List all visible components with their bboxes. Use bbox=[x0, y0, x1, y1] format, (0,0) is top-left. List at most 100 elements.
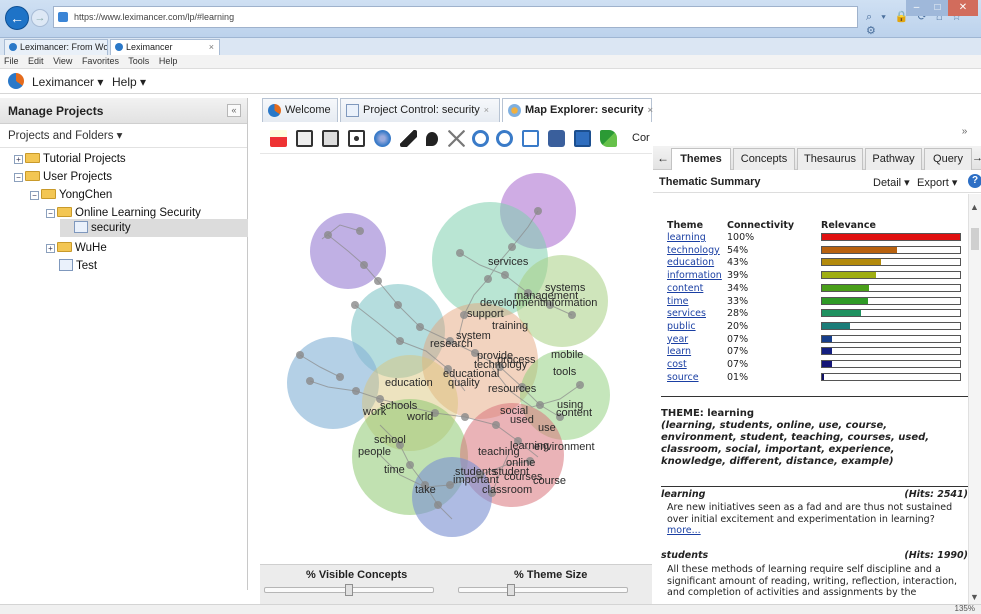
tab-themes[interactable]: Themes bbox=[671, 148, 731, 170]
tab-close-icon[interactable]: × bbox=[484, 105, 489, 115]
close-icon[interactable]: ✕ bbox=[948, 0, 978, 16]
concept-label[interactable]: research bbox=[430, 339, 473, 350]
tree-item-security[interactable]: security bbox=[60, 219, 248, 237]
expand-icon[interactable]: + bbox=[46, 244, 55, 253]
collapse-right-panel-icon[interactable]: » bbox=[952, 124, 977, 140]
fit-view-icon[interactable] bbox=[296, 130, 313, 147]
concept-label[interactable]: information bbox=[543, 298, 597, 309]
tab-thesaurus[interactable]: Thesaurus bbox=[797, 148, 863, 170]
theme-name-link[interactable]: year bbox=[667, 334, 688, 345]
zoom-out-icon[interactable] bbox=[496, 130, 513, 147]
concept-label[interactable]: use bbox=[538, 423, 556, 434]
concept-label[interactable]: training bbox=[492, 321, 528, 332]
browser-tab-1[interactable]: Leximancer: From Wor... bbox=[4, 39, 108, 55]
back-arrow-icon[interactable]: ← bbox=[5, 6, 29, 30]
tree-item-tutorial-projects[interactable]: + Tutorial Projects bbox=[14, 150, 126, 168]
tree-item-test[interactable]: Test bbox=[59, 257, 97, 275]
theme-name-link[interactable]: information bbox=[667, 270, 722, 281]
theme-name-link[interactable]: content bbox=[667, 283, 703, 294]
menu-favorites[interactable]: Favorites bbox=[82, 56, 119, 66]
leximancer-menu[interactable]: Leximancer ▾ bbox=[32, 75, 103, 89]
scrollbar-thumb[interactable] bbox=[971, 228, 979, 250]
tabs-scroll-right-icon[interactable]: → bbox=[972, 148, 981, 170]
slider-thumb[interactable] bbox=[507, 584, 515, 596]
go-arrow-icon[interactable] bbox=[600, 130, 617, 147]
concept-label[interactable]: used bbox=[510, 415, 534, 426]
slider-thumb[interactable] bbox=[345, 584, 353, 596]
tabs-scroll-left-icon[interactable]: ← bbox=[656, 148, 670, 170]
menu-edit[interactable]: Edit bbox=[28, 56, 44, 66]
theme-size-slider[interactable] bbox=[458, 584, 628, 596]
concept-label[interactable]: people bbox=[358, 447, 391, 458]
tools-icon[interactable] bbox=[448, 130, 465, 147]
graduation-cap-icon[interactable] bbox=[400, 130, 417, 147]
theme-name-link[interactable]: source bbox=[667, 372, 699, 383]
help-menu[interactable]: Help ▾ bbox=[112, 75, 146, 89]
tree-item-wuhe[interactable]: + WuHe bbox=[46, 239, 107, 257]
pin-icon[interactable] bbox=[426, 132, 438, 146]
zoom-in-icon[interactable] bbox=[472, 130, 489, 147]
concept-label[interactable]: tools bbox=[553, 367, 576, 378]
chart-icon[interactable] bbox=[522, 130, 539, 147]
theme-name-link[interactable]: education bbox=[667, 257, 714, 268]
concept-label[interactable]: world bbox=[407, 412, 433, 423]
tab-pathway[interactable]: Pathway bbox=[865, 148, 922, 170]
collapse-icon[interactable]: − bbox=[46, 209, 55, 218]
scroll-down-icon[interactable]: ▼ bbox=[970, 592, 979, 602]
save-icon[interactable] bbox=[574, 130, 591, 147]
concept-label[interactable]: school bbox=[374, 435, 406, 446]
scroll-up-icon[interactable]: ▲ bbox=[970, 202, 979, 212]
tab-map-explorer[interactable]: Map Explorer: security × bbox=[502, 98, 653, 122]
theme-name-link[interactable]: learning bbox=[667, 232, 706, 243]
tab-close-icon[interactable]: × bbox=[648, 105, 653, 115]
concept-label[interactable]: services bbox=[488, 257, 528, 268]
theme-name-link[interactable]: time bbox=[667, 296, 688, 307]
theme-name-link[interactable]: cost bbox=[667, 359, 687, 370]
theme-name-link[interactable]: services bbox=[667, 308, 706, 319]
theme-name-link[interactable]: technology bbox=[667, 245, 720, 256]
theme-name-link[interactable]: learn bbox=[667, 346, 691, 357]
center-view-icon[interactable] bbox=[322, 130, 339, 147]
tree-item-yongchen[interactable]: − YongChen bbox=[30, 186, 112, 204]
tab-welcome[interactable]: Welcome bbox=[262, 98, 338, 122]
vertical-scrollbar[interactable]: ▲ ▼ bbox=[968, 194, 981, 604]
tab-query[interactable]: Query bbox=[924, 148, 972, 170]
concept-label[interactable]: classroom bbox=[482, 485, 532, 496]
more-link[interactable]: more... bbox=[661, 525, 968, 536]
refresh-map-icon[interactable] bbox=[374, 130, 391, 147]
address-bar[interactable]: https://www.leximancer.com/lp/#learning bbox=[53, 6, 858, 28]
browser-tab-2[interactable]: Leximancer × bbox=[110, 39, 220, 55]
concept-label[interactable]: courses bbox=[504, 472, 543, 483]
export-dropdown[interactable]: Export ▾ bbox=[917, 176, 957, 189]
collapse-icon[interactable]: − bbox=[14, 173, 23, 182]
tab-close-icon[interactable]: × bbox=[209, 40, 214, 55]
help-icon[interactable]: ? bbox=[968, 174, 981, 188]
concept-label[interactable]: content bbox=[556, 408, 592, 419]
concept-label[interactable]: resources bbox=[488, 384, 536, 395]
projects-folders-dropdown[interactable]: Projects and Folders ▾ bbox=[0, 124, 247, 148]
toolbar-overflow-label[interactable]: Cor bbox=[632, 132, 650, 144]
detail-dropdown[interactable]: Detail ▾ bbox=[873, 176, 910, 189]
forward-arrow-icon[interactable]: → bbox=[31, 9, 49, 27]
theme-name-link[interactable]: public bbox=[667, 321, 696, 332]
zoom-level[interactable]: 135% bbox=[955, 604, 975, 613]
menu-tools[interactable]: Tools bbox=[128, 56, 149, 66]
menu-file[interactable]: File bbox=[4, 56, 19, 66]
concept-label[interactable]: mobile bbox=[551, 350, 583, 361]
display-icon[interactable] bbox=[548, 130, 565, 147]
concept-label[interactable]: quality bbox=[448, 378, 480, 389]
concept-label[interactable]: education bbox=[385, 378, 433, 389]
concept-map-canvas[interactable]: services systems management development … bbox=[260, 155, 652, 564]
collapse-panel-icon[interactable]: « bbox=[227, 104, 241, 117]
concept-map[interactable] bbox=[260, 155, 652, 564]
visible-concepts-slider[interactable] bbox=[264, 584, 434, 596]
pdf-report-icon[interactable] bbox=[270, 130, 287, 147]
menu-view[interactable]: View bbox=[53, 56, 72, 66]
collapse-icon[interactable]: − bbox=[30, 191, 39, 200]
concept-label[interactable]: work bbox=[363, 407, 386, 418]
concept-label[interactable]: time bbox=[384, 465, 405, 476]
concept-label[interactable]: environment bbox=[534, 442, 595, 453]
tab-concepts[interactable]: Concepts bbox=[733, 148, 795, 170]
maximize-icon[interactable]: □ bbox=[927, 0, 948, 16]
tab-project-control[interactable]: Project Control: security × bbox=[340, 98, 500, 122]
